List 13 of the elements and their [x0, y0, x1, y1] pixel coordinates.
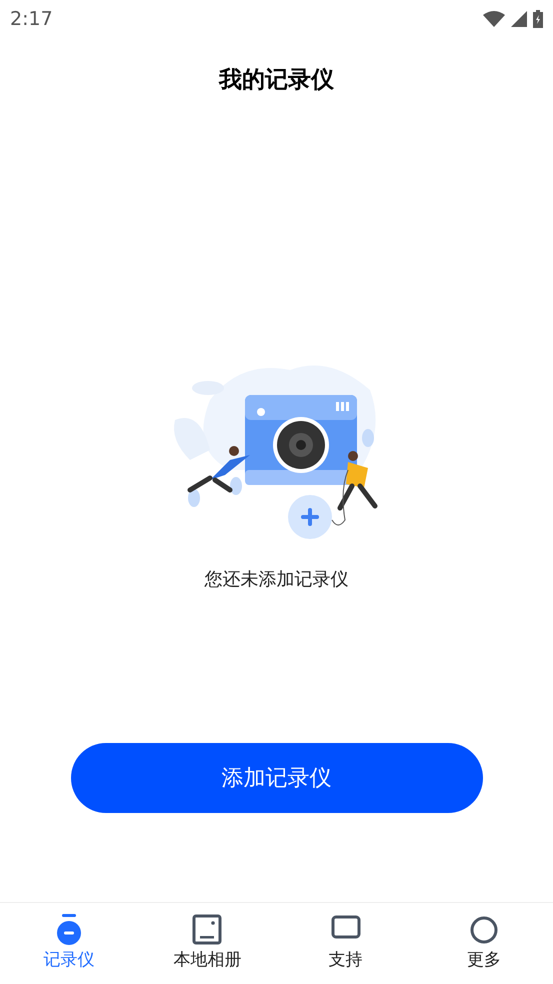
signal-icon [511, 11, 527, 27]
nav-tab[interactable]: 记录仪 [0, 903, 138, 984]
photo-frame-icon [192, 914, 222, 946]
nav-tab[interactable]: 支持 [276, 903, 415, 984]
circle-icon [468, 914, 499, 946]
empty-message: 您还未添加记录仪 [204, 568, 348, 592]
page-title: 我的记录仪 [219, 66, 334, 95]
add-recorder-button[interactable]: 添加记录仪 [70, 743, 482, 813]
nav-tab[interactable]: 本地相册 [138, 903, 276, 984]
battery-icon [533, 10, 543, 28]
status-time: 2:17 [10, 6, 53, 32]
nav-tab[interactable]: 更多 [414, 903, 553, 984]
wifi-icon [483, 11, 505, 27]
